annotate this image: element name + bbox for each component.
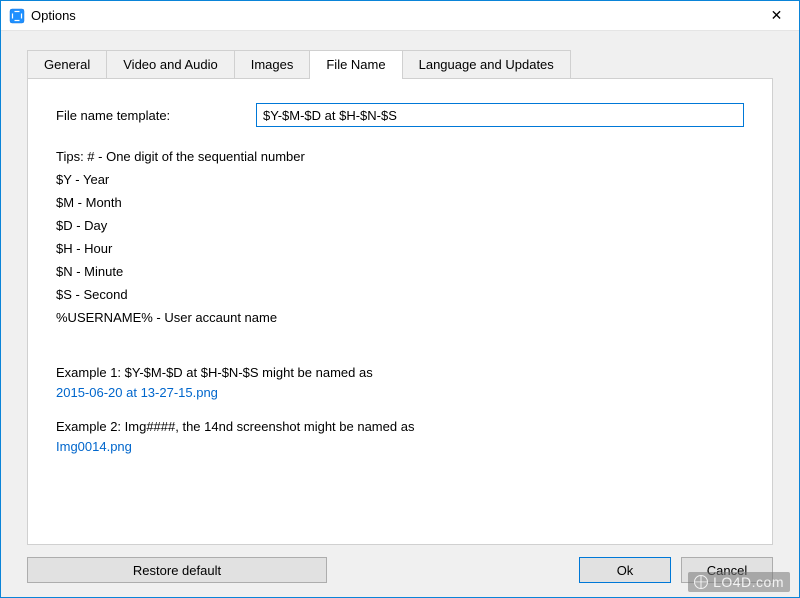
tip-minute: $N - Minute: [56, 260, 744, 283]
close-icon: ✕: [771, 7, 783, 24]
ok-button[interactable]: Ok: [579, 557, 671, 583]
examples-block: Example 1: $Y-$M-$D at $H-$N-$S might be…: [56, 363, 744, 457]
filename-template-input[interactable]: [256, 103, 744, 127]
tab-bar: General Video and Audio Images File Name…: [27, 49, 773, 78]
tips-block: Tips: # - One digit of the sequential nu…: [56, 145, 744, 329]
tab-images[interactable]: Images: [234, 50, 311, 78]
options-window: Options ✕ General Video and Audio Images…: [0, 0, 800, 598]
example-1: Example 1: $Y-$M-$D at $H-$N-$S might be…: [56, 363, 744, 403]
tab-general[interactable]: General: [27, 50, 107, 78]
filename-template-row: File name template:: [56, 103, 744, 127]
example-2-result: Img0014.png: [56, 437, 744, 457]
filename-template-label: File name template:: [56, 108, 256, 123]
example-2-line1: Example 2: Img####, the 14nd screenshot …: [56, 417, 744, 437]
dialog-footer: Restore default Ok Cancel: [27, 545, 773, 583]
tip-second: $S - Second: [56, 283, 744, 306]
example-1-result: 2015-06-20 at 13-27-15.png: [56, 383, 744, 403]
tab-panel-file-name: File name template: Tips: # - One digit …: [27, 78, 773, 545]
watermark: LO4D.com: [688, 572, 790, 592]
window-title: Options: [31, 8, 754, 23]
example-2: Example 2: Img####, the 14nd screenshot …: [56, 417, 744, 457]
watermark-text: LO4D.com: [713, 574, 784, 590]
tab-video-audio[interactable]: Video and Audio: [106, 50, 234, 78]
tip-hour: $H - Hour: [56, 237, 744, 260]
tip-username: %USERNAME% - User accaunt name: [56, 306, 744, 329]
tip-day: $D - Day: [56, 214, 744, 237]
close-button[interactable]: ✕: [754, 1, 799, 30]
tips-heading: Tips: # - One digit of the sequential nu…: [56, 145, 744, 168]
example-1-line1: Example 1: $Y-$M-$D at $H-$N-$S might be…: [56, 363, 744, 383]
tab-file-name[interactable]: File Name: [309, 50, 402, 79]
tip-month: $M - Month: [56, 191, 744, 214]
restore-default-button[interactable]: Restore default: [27, 557, 327, 583]
globe-icon: [694, 575, 708, 589]
tip-year: $Y - Year: [56, 168, 744, 191]
titlebar: Options ✕: [1, 1, 799, 31]
tab-language-updates[interactable]: Language and Updates: [402, 50, 571, 78]
app-icon: [9, 8, 25, 24]
window-body: General Video and Audio Images File Name…: [1, 31, 799, 597]
